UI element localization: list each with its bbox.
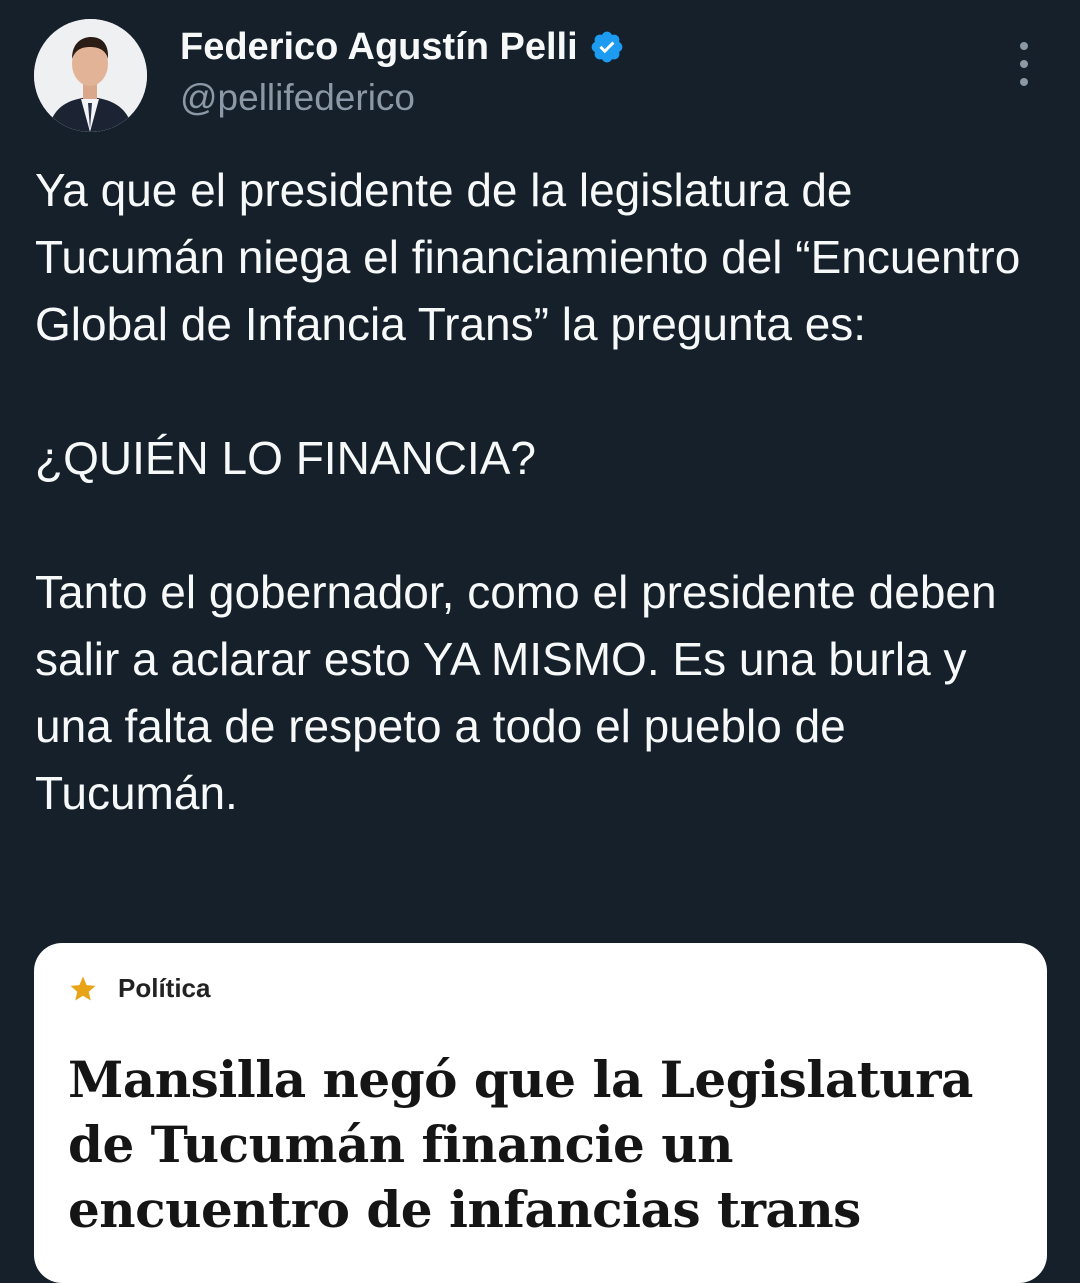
avatar-photo xyxy=(34,19,147,132)
dot xyxy=(1020,60,1028,68)
card-section-label: Política xyxy=(118,973,211,1003)
tweet-text: Ya que el presidente de la legislatura d… xyxy=(35,157,1045,827)
tweet-paragraph: Ya que el presidente de la legislatura d… xyxy=(35,164,1021,350)
card-section: Política xyxy=(68,973,210,1004)
tweet-paragraph: Tanto el gobernador, como el presidente … xyxy=(35,566,997,819)
author-name-row[interactable]: Federico Agustín Pelli xyxy=(180,24,625,70)
star-icon xyxy=(68,974,98,1004)
card-headline[interactable]: Mansilla negó que la Legislatura de Tucu… xyxy=(68,1047,998,1242)
avatar[interactable] xyxy=(34,19,147,132)
author-handle[interactable]: @pellifederico xyxy=(180,76,415,120)
author-display-name[interactable]: Federico Agustín Pelli xyxy=(180,24,578,70)
link-preview-card[interactable]: Política Mansilla negó que la Legislatur… xyxy=(34,943,1047,1283)
tweet-paragraph: ¿QUIÉN LO FINANCIA? xyxy=(35,432,536,484)
tweet: Federico Agustín Pelli @pellifederico Ya… xyxy=(0,0,1080,1283)
verified-badge-icon[interactable] xyxy=(589,29,625,65)
dot xyxy=(1020,78,1028,86)
dot xyxy=(1020,42,1028,50)
more-options-icon[interactable] xyxy=(1004,42,1044,86)
